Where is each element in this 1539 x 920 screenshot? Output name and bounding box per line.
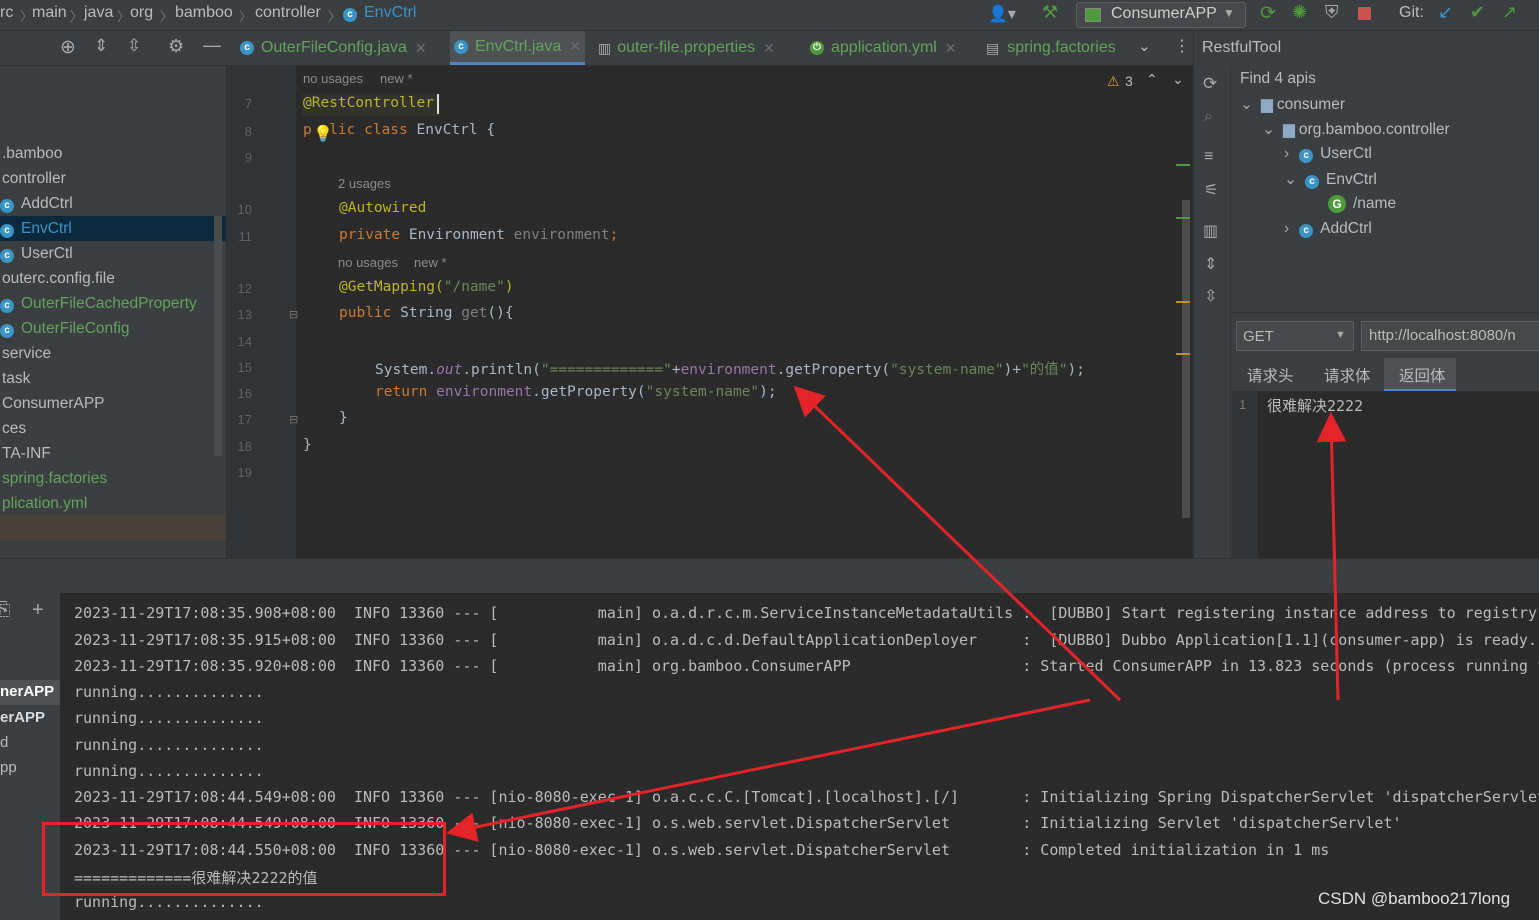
arrow-to-console (446, 698, 1091, 842)
arrow-to-response (1316, 412, 1347, 701)
watermark: CSDN @bamboo217long (1318, 889, 1511, 908)
arrow-to-code (793, 385, 1122, 702)
annotation-arrows (446, 385, 1347, 842)
